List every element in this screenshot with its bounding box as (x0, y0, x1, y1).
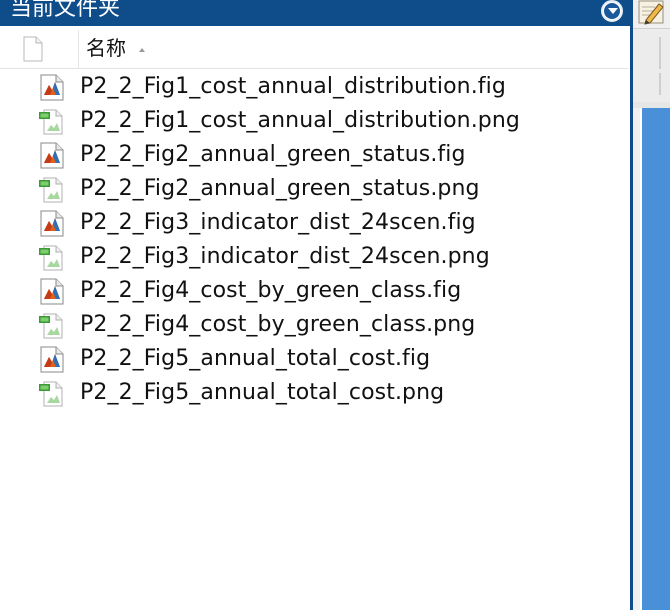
current-folder-panel: 当前文件夹 名称 P2_2_Fig1_cost_annual_distribut… (0, 0, 630, 610)
chevron-down-icon (608, 8, 618, 14)
file-row[interactable]: P2_2_Fig2_annual_green_status.fig (0, 138, 628, 172)
panel-title: 当前文件夹 (10, 0, 121, 21)
file-name: P2_2_Fig2_annual_green_status.png (80, 176, 480, 201)
panel-menu-button[interactable] (601, 0, 623, 22)
file-name: P2_2_Fig5_annual_total_cost.png (80, 380, 445, 405)
png-image-icon (38, 379, 66, 407)
file-row[interactable]: P2_2_Fig1_cost_annual_distribution.png (0, 104, 628, 138)
png-image-icon (38, 311, 66, 339)
matlab-fig-icon (38, 73, 66, 101)
panel-titlebar: 当前文件夹 (0, 0, 630, 26)
file-name: P2_2_Fig3_indicator_dist_24scen.png (80, 244, 490, 269)
adjacent-toolbar (633, 28, 670, 103)
matlab-fig-icon (38, 141, 66, 169)
edit-pencil-icon[interactable] (637, 0, 667, 26)
png-image-icon (38, 243, 66, 271)
file-name: P2_2_Fig1_cost_annual_distribution.fig (80, 74, 506, 99)
name-column-header[interactable]: 名称 (86, 33, 126, 63)
matlab-fig-icon (38, 209, 66, 237)
matlab-fig-icon (38, 345, 66, 373)
separator (659, 73, 661, 95)
file-name: P2_2_Fig4_cost_by_green_class.fig (80, 278, 462, 303)
file-row[interactable]: P2_2_Fig5_annual_total_cost.fig (0, 342, 628, 376)
column-header-row: 名称 (0, 30, 628, 69)
file-name: P2_2_Fig2_annual_green_status.fig (80, 142, 466, 167)
file-name: P2_2_Fig5_annual_total_cost.fig (80, 346, 431, 371)
file-row[interactable]: P2_2_Fig2_annual_green_status.png (0, 172, 628, 206)
file-name: P2_2_Fig3_indicator_dist_24scen.fig (80, 210, 476, 235)
png-image-icon (38, 175, 66, 203)
type-column-header[interactable] (0, 30, 79, 68)
file-name: P2_2_Fig4_cost_by_green_class.png (80, 312, 476, 337)
current-folder-window: 当前文件夹 名称 P2_2_Fig1_cost_annual_distribut… (0, 0, 670, 610)
matlab-fig-icon (38, 277, 66, 305)
sort-ascending-icon (139, 48, 145, 52)
file-row[interactable]: P2_2_Fig5_annual_total_cost.png (0, 376, 628, 410)
file-row[interactable]: P2_2_Fig4_cost_by_green_class.fig (0, 274, 628, 308)
adjacent-panel-edge (633, 0, 670, 610)
file-row[interactable]: P2_2_Fig4_cost_by_green_class.png (0, 308, 628, 342)
file-row[interactable]: P2_2_Fig3_indicator_dist_24scen.png (0, 240, 628, 274)
document-icon (23, 36, 43, 62)
separator (659, 37, 661, 69)
file-row[interactable]: P2_2_Fig3_indicator_dist_24scen.fig (0, 206, 628, 240)
file-name: P2_2_Fig1_cost_annual_distribution.png (80, 108, 520, 133)
adjacent-panel-body[interactable] (640, 108, 670, 610)
file-row[interactable]: P2_2_Fig1_cost_annual_distribution.fig (0, 70, 628, 104)
png-image-icon (38, 107, 66, 135)
